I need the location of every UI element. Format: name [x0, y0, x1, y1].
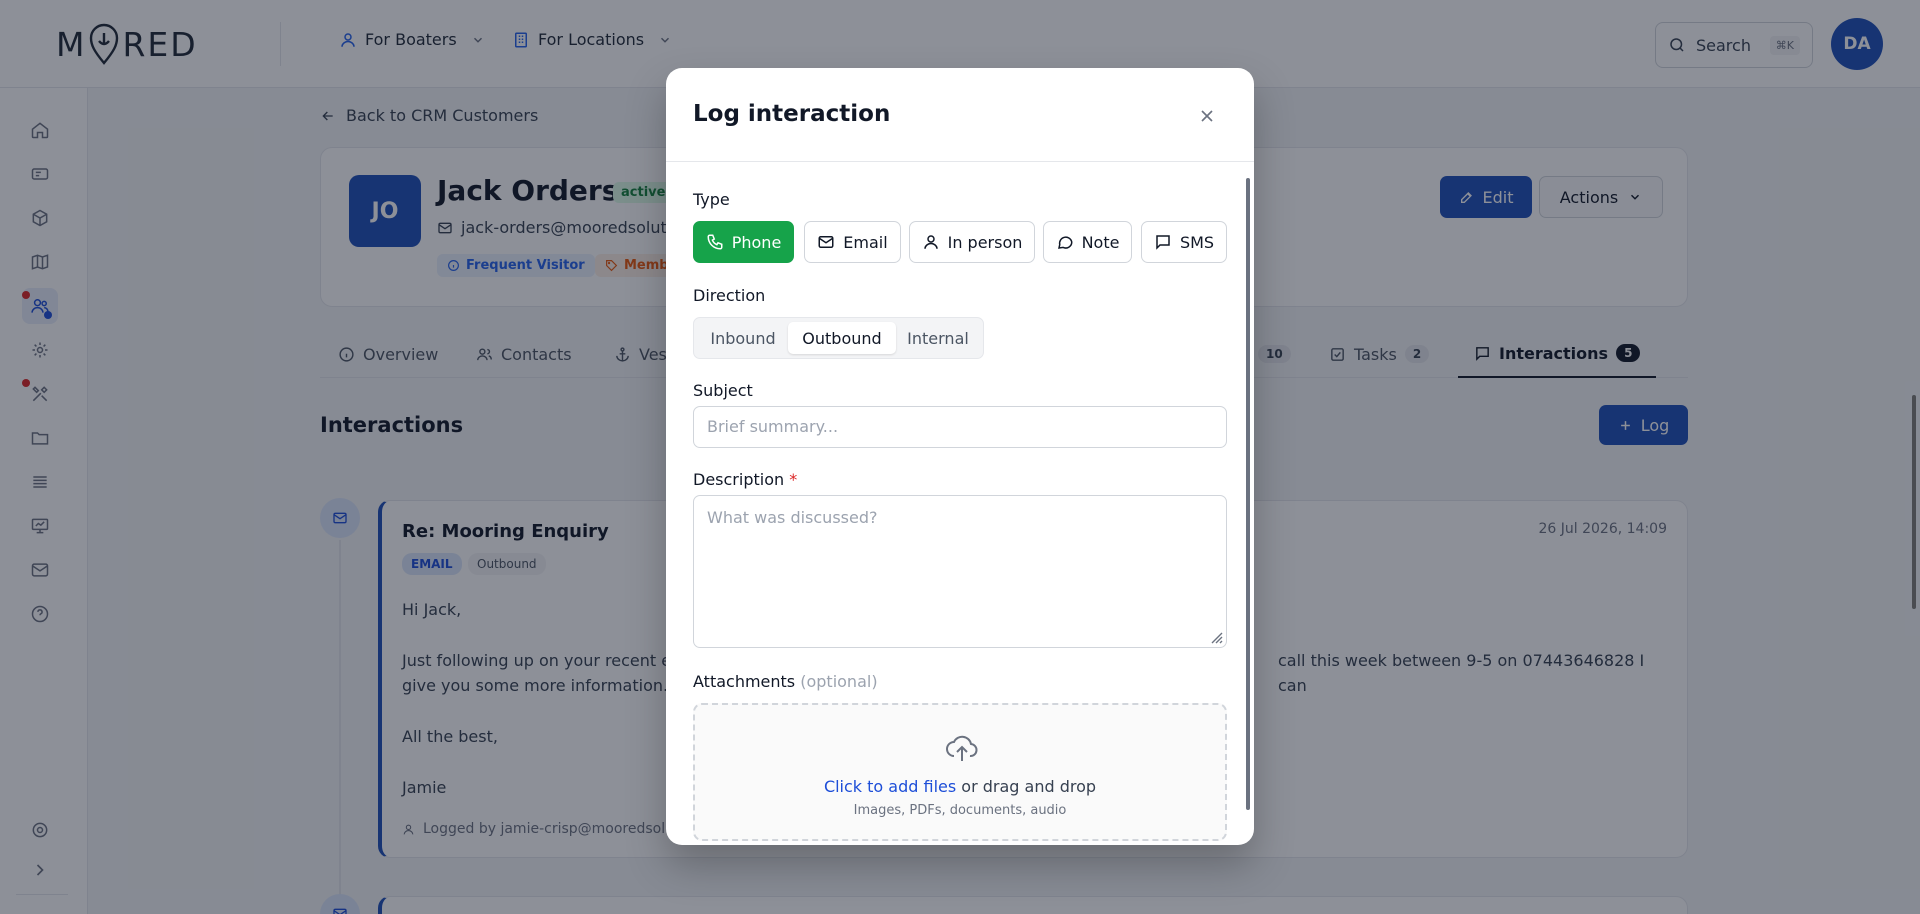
description-label: Description *	[693, 470, 797, 489]
description-placeholder: What was discussed?	[707, 508, 878, 527]
message-square-icon	[1156, 235, 1170, 250]
close-icon	[1201, 110, 1213, 122]
type-phone-label: Phone	[731, 232, 782, 252]
dropzone-text: Click to add files or drag and drop	[695, 777, 1225, 796]
type-note-button[interactable]: Note	[1043, 221, 1132, 263]
description-textarea[interactable]: What was discussed?	[693, 495, 1227, 648]
subject-label: Subject	[693, 381, 753, 400]
type-sms-button[interactable]: SMS	[1141, 221, 1227, 263]
type-email-label: Email	[843, 232, 888, 252]
direction-inbound[interactable]: Inbound	[698, 322, 788, 354]
resize-handle-icon[interactable]	[1209, 630, 1223, 644]
upload-cloud-icon	[946, 735, 978, 761]
type-in-person-button[interactable]: In person	[909, 221, 1035, 263]
modal-title: Log interaction	[693, 101, 891, 127]
attachments-optional-text: (optional)	[800, 672, 878, 691]
type-label: Type	[693, 190, 730, 209]
message-circle-icon	[1057, 236, 1073, 249]
add-files-link[interactable]: Click to add files	[824, 777, 956, 796]
attachments-label: Attachments (optional)	[693, 672, 878, 691]
type-note-label: Note	[1081, 232, 1120, 252]
close-button[interactable]	[1193, 102, 1221, 130]
modal-scrollbar[interactable]	[1246, 178, 1250, 810]
type-in-person-label: In person	[947, 232, 1023, 252]
dropzone-subtext: Images, PDFs, documents, audio	[853, 803, 1067, 818]
attachments-label-text: Attachments	[693, 672, 796, 691]
page-scrollbar[interactable]	[1912, 395, 1916, 609]
type-sms-label: SMS	[1179, 232, 1215, 252]
type-phone-button[interactable]: Phone	[693, 221, 794, 263]
drag-drop-text: or drag and drop	[956, 777, 1097, 796]
required-marker: *	[789, 470, 798, 489]
type-email-button[interactable]: Email	[804, 221, 901, 263]
log-interaction-modal: Log interaction Type Phone Email In pers…	[666, 68, 1254, 845]
direction-outbound[interactable]: Outbound	[788, 322, 896, 354]
direction-segmented-control: Inbound Outbound Internal	[693, 317, 984, 359]
direction-label: Direction	[693, 286, 766, 305]
modal-header: Log interaction	[666, 68, 1254, 162]
description-label-text: Description	[693, 470, 785, 489]
user-icon	[923, 235, 938, 249]
subject-input[interactable]: Brief summary...	[693, 406, 1227, 448]
file-dropzone[interactable]: Click to add files or drag and drop Imag…	[693, 703, 1227, 841]
mail-icon	[818, 236, 834, 248]
phone-icon	[707, 234, 723, 250]
direction-internal[interactable]: Internal	[896, 322, 980, 354]
